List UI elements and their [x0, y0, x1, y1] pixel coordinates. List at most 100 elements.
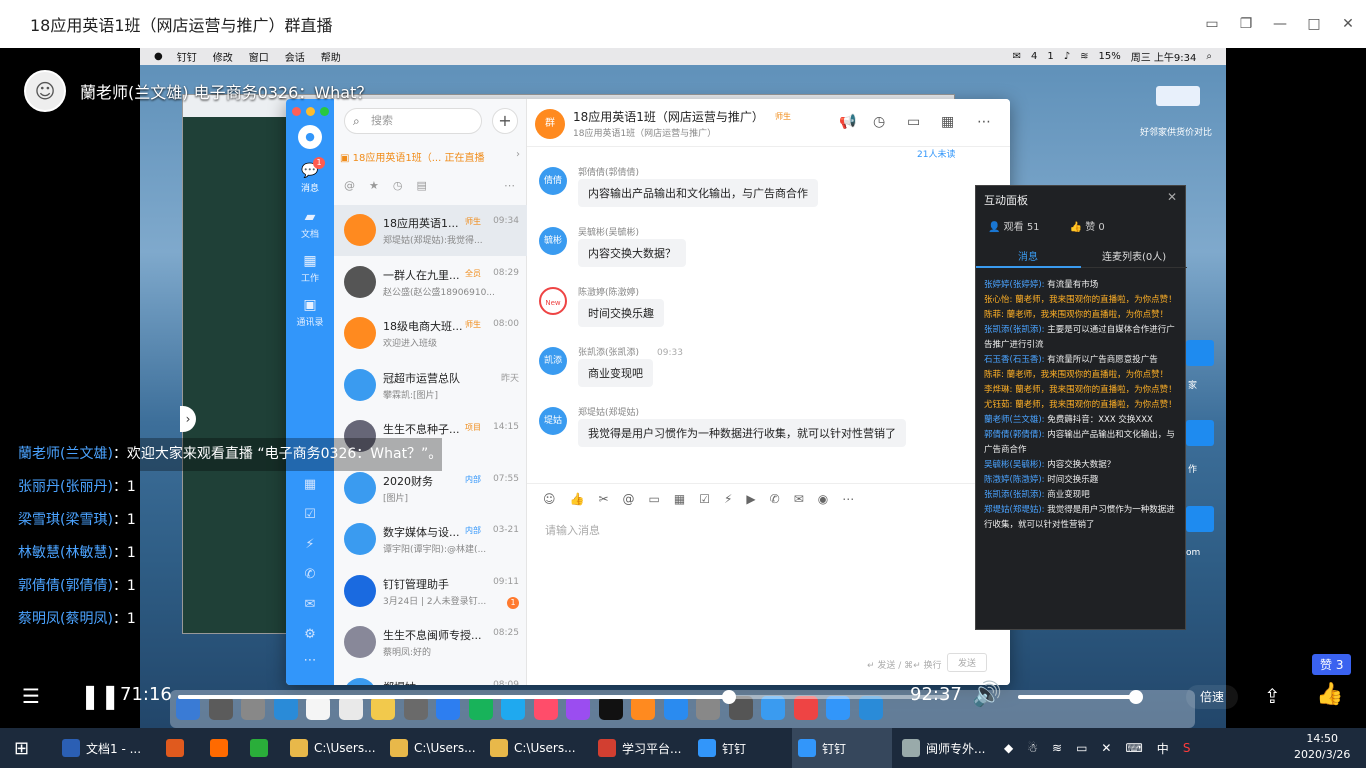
battery-icon[interactable]: ▭ — [1076, 741, 1087, 755]
message-bubble[interactable]: 商业变现吧 — [578, 359, 653, 387]
sender-avatar[interactable]: 凯添 — [539, 347, 567, 375]
sender-avatar[interactable]: New — [539, 287, 567, 315]
taskbar-clock[interactable]: 14:50 2020/3/26 — [1294, 731, 1350, 763]
unread-count-link[interactable]: 21人未读 — [917, 147, 955, 160]
dock-app-icon[interactable] — [566, 696, 590, 720]
conversation-item[interactable]: 18应用英语1... 师生 09:34 郑堤姑(郑堤姑):我觉得... — [334, 205, 527, 256]
calendar-icon[interactable]: ▦ — [941, 114, 954, 130]
progress-bar[interactable] — [178, 690, 948, 704]
user-avatar[interactable]: ● — [298, 125, 322, 149]
more-icon[interactable]: ⋯ — [286, 653, 334, 668]
dock-app-icon[interactable] — [306, 696, 330, 720]
sender-avatar[interactable]: 堤姑 — [539, 407, 567, 435]
thumbs-up-button[interactable]: 👍 — [1316, 682, 1343, 707]
dock-app-icon[interactable] — [826, 696, 850, 720]
taskbar-item[interactable]: 钉钉 — [692, 728, 792, 768]
dock-app-icon[interactable] — [533, 696, 558, 720]
video-icon[interactable]: ▶ — [746, 492, 755, 506]
message-input[interactable]: 请输入消息 — [545, 522, 600, 538]
folder-icon[interactable]: ▭ — [907, 114, 920, 130]
taskbar-item[interactable] — [244, 728, 284, 768]
taskbar-item[interactable]: C:\Users... — [484, 728, 584, 768]
dock-app-icon[interactable] — [241, 696, 265, 720]
taskbar-item[interactable]: C:\Users... — [384, 728, 484, 768]
tab-link-list[interactable]: 连麦列表(0人) — [1102, 248, 1166, 263]
dock-app-icon[interactable] — [208, 696, 233, 720]
message-bubble[interactable]: 内容交换大数据？ — [578, 239, 686, 267]
at-icon[interactable]: @ — [344, 179, 355, 192]
dock-app-icon[interactable] — [403, 696, 428, 720]
close-icon[interactable]: ✕ — [1167, 190, 1177, 204]
sender-avatar[interactable]: 倩倩 — [539, 167, 567, 195]
playlist-icon[interactable]: ☰ — [22, 684, 40, 708]
conversation-item[interactable]: 一群人在九里... 全员 08:29 赵公盛(赵公盛18906910... — [334, 257, 527, 308]
volume-slider[interactable] — [1018, 690, 1144, 704]
dock-app-icon[interactable] — [858, 696, 883, 720]
at-icon[interactable]: @ — [623, 492, 635, 506]
ime-indicator[interactable]: 中 — [1157, 740, 1169, 757]
folder-icon[interactable]: ▤ — [416, 179, 426, 192]
dock-app-icon[interactable] — [436, 696, 460, 720]
dock-app-icon[interactable] — [273, 696, 298, 720]
dock-app-icon[interactable] — [501, 696, 525, 720]
dock-app-icon[interactable] — [631, 696, 655, 720]
dock-app-icon[interactable] — [761, 696, 785, 720]
dock-app-icon[interactable] — [793, 696, 818, 720]
folder-icon[interactable]: ▭ — [649, 492, 660, 506]
dingtalk-tray-icon[interactable]: ◆ — [1004, 741, 1013, 755]
dock-app-icon[interactable] — [598, 696, 623, 720]
dock-app-icon[interactable] — [696, 696, 720, 720]
taskbar-item[interactable]: 闽师专外... — [896, 728, 996, 768]
phone-icon[interactable]: ✆ — [770, 492, 780, 506]
taskbar-item[interactable] — [204, 728, 244, 768]
popout-icon[interactable]: ❐ — [1238, 16, 1254, 32]
close-button[interactable]: ✕ — [1340, 16, 1356, 32]
rail-work[interactable]: ▦ 工作 — [286, 253, 334, 284]
taskbar-item[interactable] — [160, 728, 200, 768]
network-icon[interactable]: ≋ — [1052, 741, 1062, 755]
qq-tray-icon[interactable]: ☃ — [1027, 741, 1038, 755]
message-bubble[interactable]: 时间交换乐趣 — [578, 299, 664, 327]
like-icon[interactable]: 👍 — [570, 492, 585, 506]
rail-contacts[interactable]: ▣ 通讯录 — [286, 297, 334, 328]
megaphone-icon[interactable]: 📢 — [839, 114, 856, 130]
ding-icon[interactable]: ⚡ — [724, 492, 732, 506]
emoji-icon[interactable]: ☺ — [543, 492, 556, 506]
mute-icon[interactable]: ✕ — [1101, 741, 1111, 755]
windows-start-icon[interactable]: ⊞ — [14, 728, 29, 768]
dock-app-icon[interactable] — [663, 696, 688, 720]
rail-docs[interactable]: ▰ 文档 — [286, 209, 334, 240]
dock-app-icon[interactable] — [338, 696, 363, 720]
calendar-icon[interactable]: ▦ — [674, 492, 685, 506]
sender-avatar[interactable]: 毓彬 — [539, 227, 567, 255]
volume-icon[interactable]: 🔊 — [972, 680, 1002, 708]
conversation-item[interactable]: 郑堤姑 08:09 — [334, 669, 527, 685]
taskbar-item[interactable]: C:\Users... — [284, 728, 384, 768]
rail-messages[interactable]: 💬 消息 — [286, 163, 334, 194]
minimize-button[interactable]: — — [1272, 16, 1288, 32]
speed-button[interactable]: 倍速 — [1186, 685, 1238, 709]
message-bubble[interactable]: 内容输出产品输出和文化输出，与广告商合作 — [578, 179, 818, 207]
more-icon[interactable]: ⋯ — [504, 179, 515, 192]
todo-icon[interactable]: ☑ — [699, 492, 710, 506]
mac-menu-item[interactable]: 会话 — [285, 49, 305, 64]
dock-app-icon[interactable] — [468, 696, 493, 720]
taskbar-item[interactable]: 钉钉 — [792, 728, 892, 768]
maximize-button[interactable]: □ — [1306, 16, 1322, 32]
live-video[interactable]: ● 钉钉 修改 窗口 会话 帮助 ✉ 4 1 ♪ ≋ 15% 周三 上午9:34 ⌕ — [0, 48, 1366, 728]
history-icon[interactable]: ◷ — [873, 114, 885, 130]
scissors-icon[interactable]: ✂ — [598, 492, 608, 506]
share-icon[interactable]: ⇪ — [1264, 684, 1281, 708]
mail-icon[interactable]: ✉ — [794, 492, 804, 506]
more-icon[interactable]: ⋯ — [842, 492, 854, 506]
clock-icon[interactable]: ◷ — [393, 179, 403, 192]
conversation-item[interactable]: 18级电商大班... 师生 08:00 欢迎进入班级 — [334, 308, 527, 359]
mac-menu-item[interactable]: 帮助 — [321, 49, 341, 64]
mac-menu-item[interactable]: 修改 — [213, 49, 233, 64]
message-bubble[interactable]: 我觉得是用户习惯作为一种数据进行收集，就可以针对性营销了 — [578, 419, 906, 447]
dock-app-icon[interactable] — [371, 696, 395, 720]
mac-menu-item[interactable]: 窗口 — [249, 49, 269, 64]
star-icon[interactable]: ★ — [369, 179, 379, 192]
live-banner[interactable]: ▣ 18应用英语1班（... 正在直播 › — [340, 149, 524, 164]
taskbar-item[interactable]: 文档1 - ... — [56, 728, 156, 768]
